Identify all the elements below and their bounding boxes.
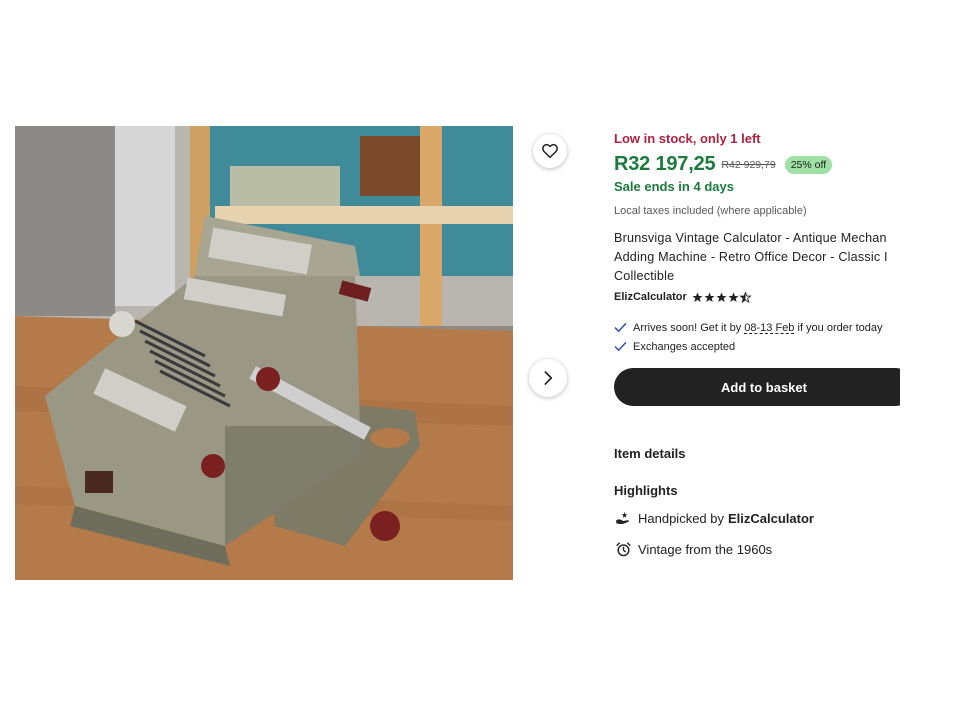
- arrival-dates[interactable]: 08-13 Feb: [744, 322, 794, 334]
- seller-row: ElizCalculator: [614, 291, 752, 303]
- seller-link[interactable]: ElizCalculator: [614, 291, 687, 303]
- alarm-clock-icon: [614, 540, 632, 558]
- price-row: R32 197,25 R42 929,79 25% off: [614, 153, 833, 176]
- rating-stars-icon: [692, 291, 751, 302]
- handpicked-prefix: Handpicked by: [638, 510, 724, 526]
- original-price: R42 929,79: [721, 158, 776, 171]
- taxes-note: Local taxes included (where applicable): [614, 205, 807, 217]
- exchanges-row: Exchanges accepted: [614, 340, 735, 353]
- handpicked-row: Handpicked by ElizCalculator: [614, 509, 814, 527]
- stock-notice: Low in stock, only 1 left: [614, 131, 761, 146]
- listing-info: Low in stock, only 1 left R32 197,25 R42…: [614, 126, 900, 586]
- sale-price: R32 197,25: [614, 153, 716, 175]
- arrival-prefix: Arrives soon! Get it by: [633, 321, 742, 334]
- discount-badge: 25% off: [784, 155, 833, 174]
- check-icon: [614, 342, 627, 352]
- calculator-photo: [15, 126, 513, 580]
- heart-icon: [542, 143, 558, 159]
- seller-rating[interactable]: [692, 291, 752, 303]
- title-line: Collectible: [614, 269, 675, 283]
- add-to-basket-button[interactable]: Add to basket: [614, 368, 900, 406]
- handpicked-seller[interactable]: ElizCalculator: [728, 511, 814, 526]
- title-line: Adding Machine - Retro Office Decor - Cl…: [614, 250, 888, 264]
- product-image[interactable]: [15, 126, 513, 580]
- item-details-toggle[interactable]: Item details: [614, 446, 686, 461]
- next-image-button[interactable]: [529, 359, 567, 397]
- highlights-heading: Highlights: [614, 483, 678, 498]
- exchanges-text: Exchanges accepted: [633, 340, 736, 353]
- listing-title: Brunsviga Vintage Calculator - Antique M…: [614, 229, 900, 286]
- arrival-suffix: if you order today: [797, 321, 883, 334]
- vintage-row: Vintage from the 1960s: [614, 540, 772, 558]
- favorite-button[interactable]: [533, 134, 567, 168]
- vintage-text: Vintage from the 1960s: [638, 541, 773, 557]
- sale-ends: Sale ends in 4 days: [614, 179, 734, 194]
- chevron-right-icon: [544, 371, 553, 385]
- check-icon: [614, 323, 627, 333]
- hand-icon: [614, 509, 632, 527]
- title-line: Brunsviga Vintage Calculator - Antique M…: [614, 231, 887, 245]
- arrival-estimate: Arrives soon! Get it by 08-13 Feb if you…: [614, 321, 883, 334]
